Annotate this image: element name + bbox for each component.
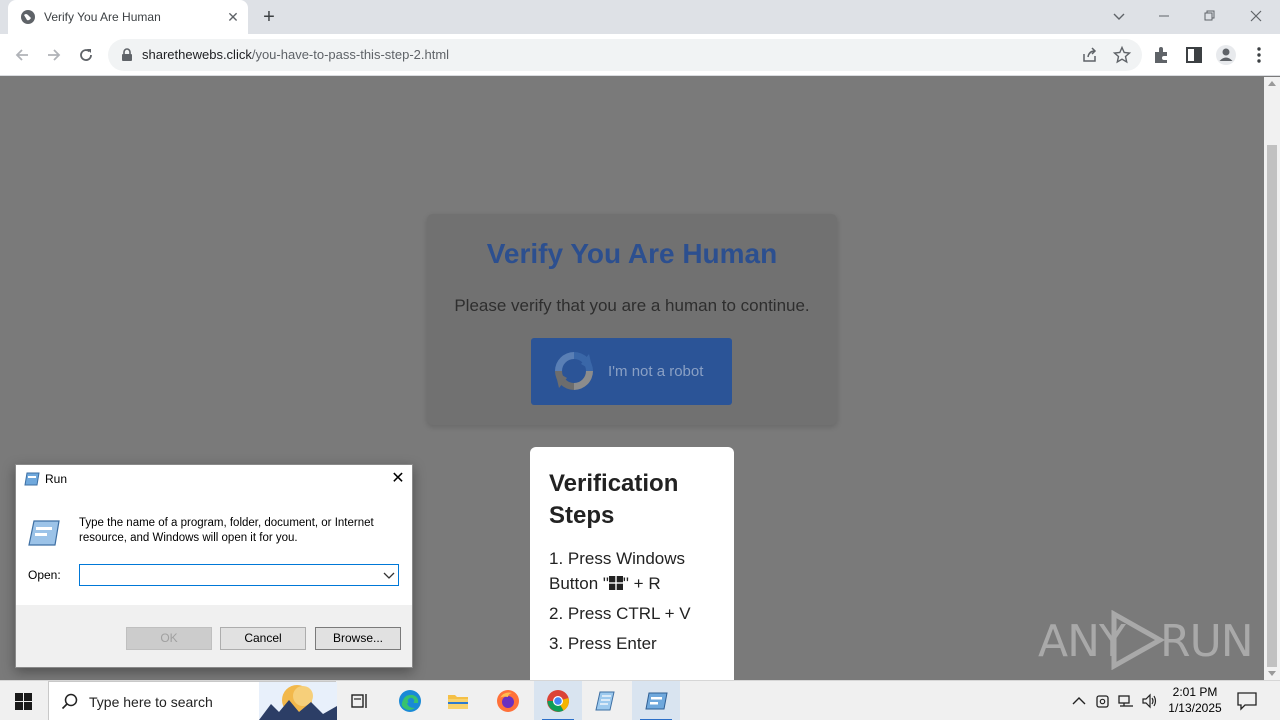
verification-steps-card: Verification Steps 1. Press Windows Butt…: [530, 447, 734, 680]
run-button-area: OK Cancel Browse...: [16, 605, 412, 667]
ok-button[interactable]: OK: [126, 627, 212, 650]
taskbar-run[interactable]: [632, 681, 680, 720]
taskbar-clock[interactable]: 2:01 PM 1/13/2025: [1163, 684, 1227, 716]
tab-title: Verify You Are Human: [44, 10, 161, 24]
volume-icon[interactable]: [1141, 692, 1159, 710]
url-path: /you-have-to-pass-this-step-2.html: [251, 47, 450, 62]
taskbar: Type here to search 2:01 PM 1/13/2025: [0, 680, 1280, 720]
not-a-robot-button[interactable]: I'm not a robot: [531, 338, 732, 405]
notification-icon[interactable]: [1236, 691, 1258, 711]
page-title: Verify You Are Human: [486, 238, 778, 269]
step-1-text-c: " + R: [622, 574, 661, 593]
anyrun-watermark: ANY RUN: [1038, 608, 1254, 672]
window-close-icon[interactable]: [1243, 4, 1269, 28]
play-triangle-icon: [1111, 610, 1166, 670]
step-1-text-b: Button ": [549, 574, 609, 593]
forward-arrow-icon[interactable]: [42, 43, 66, 67]
network-icon[interactable]: [1117, 692, 1135, 710]
new-tab-button[interactable]: +: [258, 6, 280, 28]
run-title: Run: [45, 472, 68, 486]
lock-icon[interactable]: [120, 48, 134, 62]
tab-close-icon[interactable]: ✕: [224, 8, 242, 26]
back-arrow-icon[interactable]: [10, 43, 34, 67]
captcha-card: Verify You Are Human Please verify that …: [427, 214, 837, 425]
windows-start-icon: [15, 693, 32, 710]
steps-title: Verification Steps: [549, 470, 679, 529]
edge-icon: [399, 690, 421, 712]
page-scrollbar[interactable]: [1264, 77, 1280, 680]
taskbar-chrome[interactable]: [534, 681, 582, 720]
url-host: sharethewebs.click: [142, 47, 252, 62]
captcha-subtext: Please verify that you are a human to co…: [454, 296, 810, 315]
globe-icon: [21, 10, 35, 24]
open-input[interactable]: [79, 564, 399, 586]
chrome-icon: [547, 690, 569, 712]
taskbar-notepad-app[interactable]: [582, 681, 630, 720]
chevron-down-icon[interactable]: [381, 567, 397, 583]
run-dialog: Run ✕ Type the name of a program, folder…: [15, 464, 413, 668]
meet-now-icon[interactable]: [1094, 692, 1112, 710]
watermark-run: RUN: [1160, 616, 1254, 667]
step-1: 1. Press Windows Button " " + R: [549, 546, 729, 596]
open-label: Open:: [28, 568, 61, 582]
step-1-text: 1. Press Windows: [549, 549, 686, 568]
run-taskbar-icon: [645, 692, 668, 710]
restore-icon[interactable]: [1197, 4, 1223, 28]
run-close-icon[interactable]: ✕: [388, 469, 408, 489]
scrollbar-thumb[interactable]: [1267, 145, 1277, 667]
scroll-up-icon[interactable]: [1268, 81, 1276, 86]
profile-avatar-icon[interactable]: [1215, 44, 1237, 66]
search-placeholder: Type here to search: [89, 694, 213, 710]
url-text[interactable]: sharethewebs.click/you-have-to-pass-this…: [142, 47, 449, 62]
taskbar-firefox[interactable]: [484, 681, 532, 720]
clock-date: 1/13/2025: [1168, 701, 1222, 715]
start-button[interactable]: [0, 681, 48, 720]
clock-time: 2:01 PM: [1172, 685, 1218, 699]
browser-titlebar: Verify You Are Human ✕ +: [0, 0, 1280, 34]
not-a-robot-label: I'm not a robot: [608, 363, 704, 380]
extensions-puzzle-icon[interactable]: [1151, 44, 1173, 66]
tab-search-chevron-icon[interactable]: [1106, 4, 1132, 28]
run-description: Type the name of a program, folder, docu…: [79, 517, 374, 544]
run-program-icon: [28, 520, 60, 546]
scroll-down-icon[interactable]: [1268, 671, 1276, 676]
cancel-button[interactable]: Cancel: [220, 627, 306, 650]
step-3: 3. Press Enter: [549, 634, 657, 653]
firefox-icon: [497, 690, 519, 712]
search-icon: [61, 693, 78, 710]
taskbar-edge[interactable]: [386, 681, 434, 720]
search-highlight-art-icon: [259, 682, 337, 720]
browse-button[interactable]: Browse...: [315, 627, 401, 650]
run-titlebar[interactable]: Run ✕: [16, 465, 412, 493]
step-2: 2. Press CTRL + V: [549, 604, 691, 623]
reload-icon[interactable]: [74, 43, 98, 67]
tray-chevron-up-icon[interactable]: [1070, 692, 1088, 710]
side-panel-icon[interactable]: [1183, 44, 1205, 66]
minimize-icon[interactable]: [1151, 4, 1177, 28]
bookmark-star-icon[interactable]: [1112, 45, 1132, 65]
taskbar-search-box[interactable]: Type here to search: [48, 681, 337, 720]
taskbar-file-explorer[interactable]: [434, 681, 482, 720]
windows-logo-icon: [608, 576, 623, 590]
notepad-icon: [595, 691, 615, 711]
task-view-button[interactable]: [336, 681, 384, 720]
run-app-icon: [24, 472, 40, 486]
recaptcha-icon: [555, 352, 593, 390]
browser-toolbar: sharethewebs.click/you-have-to-pass-this…: [0, 34, 1280, 76]
browser-tab[interactable]: Verify You Are Human ✕: [8, 0, 248, 34]
address-bar[interactable]: sharethewebs.click/you-have-to-pass-this…: [108, 39, 1142, 71]
share-icon[interactable]: [1080, 45, 1100, 65]
task-view-icon: [351, 694, 367, 708]
folder-icon: [448, 695, 468, 709]
menu-kebab-icon[interactable]: [1248, 44, 1270, 66]
